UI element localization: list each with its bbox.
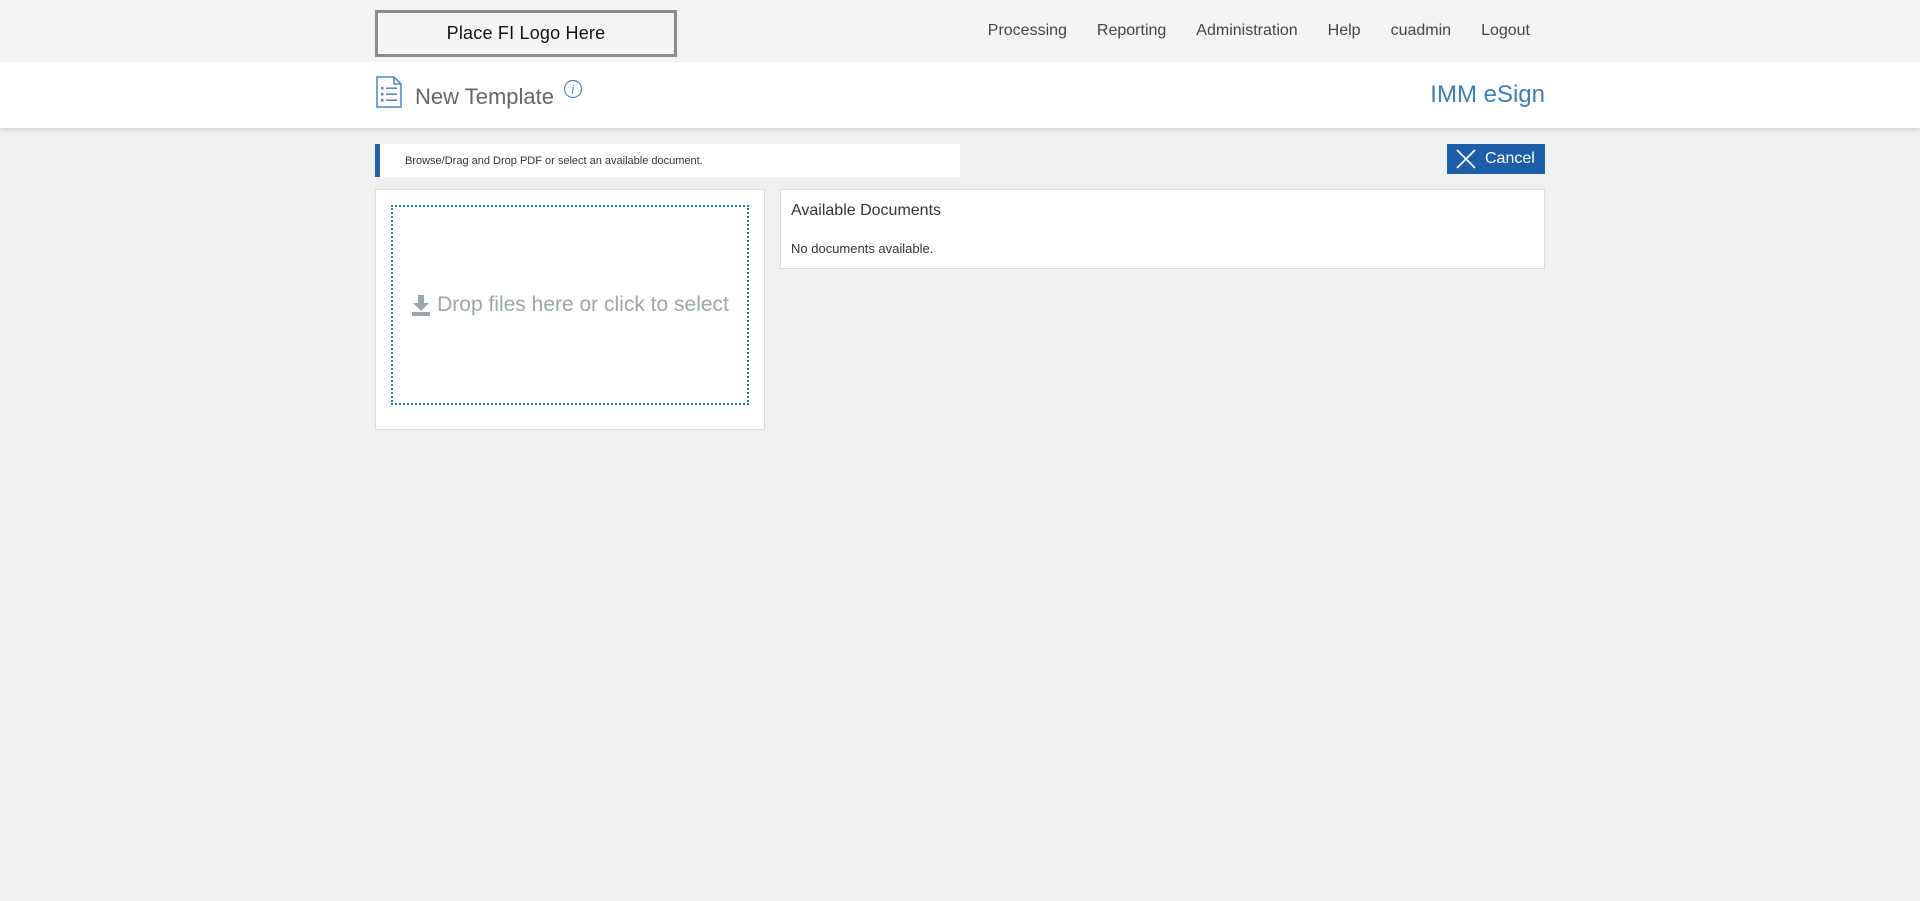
cancel-label: Cancel bbox=[1485, 150, 1535, 167]
file-dropzone[interactable]: Drop files here or click to select bbox=[391, 205, 749, 405]
nav-logout[interactable]: Logout bbox=[1481, 22, 1530, 40]
logo-placeholder[interactable]: Place FI Logo Here bbox=[375, 10, 677, 57]
download-icon bbox=[412, 295, 431, 316]
nav-processing[interactable]: Processing bbox=[988, 22, 1067, 40]
brand-name: IMM eSign bbox=[1430, 81, 1545, 108]
nav-user[interactable]: cuadmin bbox=[1391, 22, 1451, 40]
available-documents-panel: Available Documents No documents availab… bbox=[780, 189, 1545, 269]
title-bar: New Template i IMM eSign bbox=[0, 62, 1920, 128]
close-icon bbox=[1456, 149, 1476, 169]
upload-panel: Drop files here or click to select bbox=[375, 189, 765, 430]
page-title: New Template bbox=[415, 84, 554, 109]
cancel-button[interactable]: Cancel bbox=[1447, 144, 1545, 174]
nav-administration[interactable]: Administration bbox=[1196, 22, 1297, 40]
nav-help[interactable]: Help bbox=[1328, 22, 1361, 40]
main-nav: Processing Reporting Administration Help… bbox=[958, 22, 1530, 40]
list-document-icon bbox=[376, 76, 402, 108]
svg-text:i: i bbox=[571, 83, 575, 97]
available-documents-title: Available Documents bbox=[791, 202, 942, 219]
instruction-banner: Browse/Drag and Drop PDF or select an av… bbox=[375, 144, 960, 177]
nav-reporting[interactable]: Reporting bbox=[1097, 22, 1166, 40]
dropzone-text: Drop files here or click to select bbox=[437, 293, 729, 316]
info-icon[interactable]: i bbox=[563, 79, 583, 99]
no-documents-message: No documents available. bbox=[791, 241, 934, 256]
top-bar: Place FI Logo Here Processing Reporting … bbox=[0, 0, 1920, 62]
